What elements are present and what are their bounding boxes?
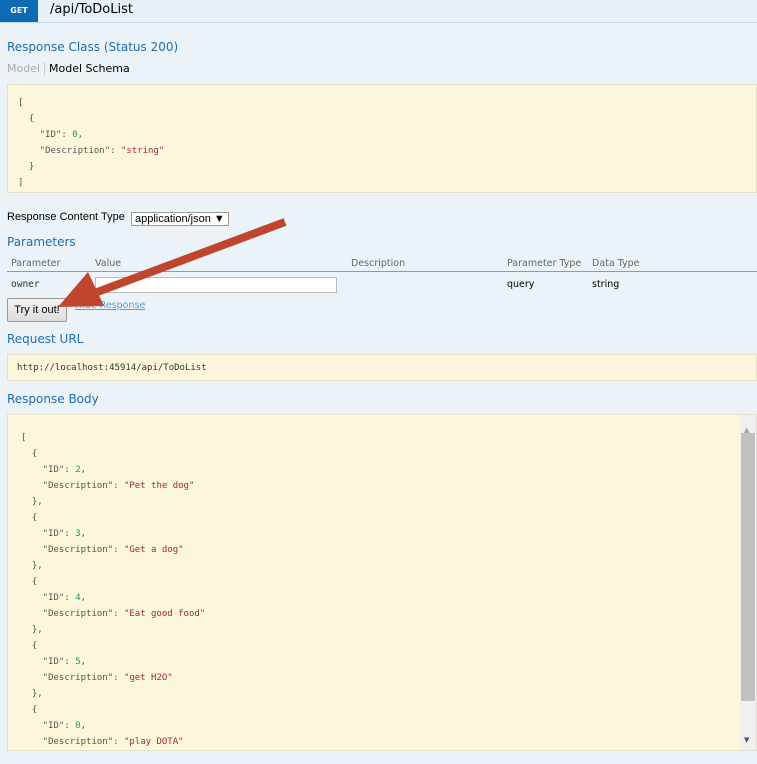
arrow-shaft [90,218,287,298]
annotation-arrow-icon [58,218,287,307]
